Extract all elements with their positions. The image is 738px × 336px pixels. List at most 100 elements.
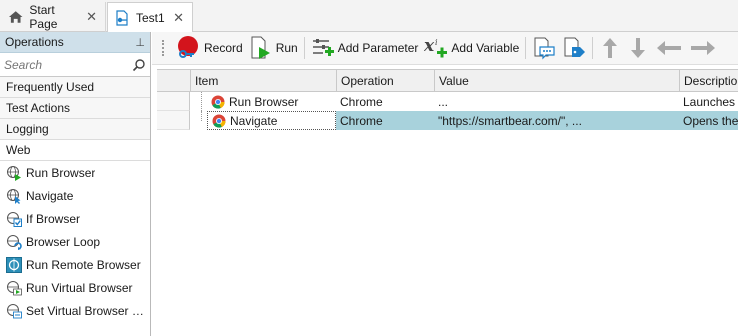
add-comment-button[interactable]	[529, 34, 559, 62]
test-icon	[116, 9, 128, 26]
close-icon[interactable]: ✕	[84, 9, 99, 25]
row-gutter	[157, 111, 190, 130]
run-icon	[251, 36, 270, 59]
arrow-up-icon	[603, 38, 618, 58]
comment-icon	[534, 37, 555, 60]
value-cell[interactable]: "https://smartbear.com/", ...	[434, 111, 679, 130]
operations-panel: Operations ⊥ Frequently Used Test Action…	[0, 32, 151, 336]
set-virtual-browser-icon	[7, 303, 22, 318]
table-row-selected[interactable]: Navigate Chrome "https://smartbear.com/"…	[157, 111, 738, 130]
tab-test1-label: Test1	[136, 10, 165, 25]
item-label: Run Browser	[229, 94, 299, 109]
operations-panel-header: Operations ⊥	[0, 32, 150, 53]
arrow-left-icon	[657, 41, 682, 55]
run-label: Run	[275, 41, 298, 55]
run-browser-icon	[7, 165, 21, 181]
item-cell[interactable]: Navigate	[207, 111, 336, 130]
operations-panel-title: Operations	[5, 35, 64, 49]
description-cell[interactable]: Launches th	[679, 92, 738, 111]
category-label: Frequently Used	[6, 80, 95, 94]
arrow-right-icon	[691, 41, 716, 55]
category-web[interactable]: Web	[0, 140, 150, 161]
add-tag-button[interactable]	[559, 34, 589, 62]
run-remote-browser-icon	[6, 256, 22, 273]
search-input[interactable]	[4, 57, 124, 72]
row-gutter	[157, 92, 190, 111]
operation-cell[interactable]: Chrome	[336, 111, 434, 130]
chrome-icon	[211, 95, 225, 109]
operation-label: If Browser	[26, 211, 81, 226]
operations-search	[0, 53, 150, 77]
toolbar-grip[interactable]	[162, 40, 168, 56]
toolbar-separator	[592, 37, 594, 59]
operation-navigate[interactable]: Navigate	[0, 184, 150, 207]
navigate-icon	[7, 188, 21, 204]
operation-label: Run Browser	[26, 165, 96, 180]
item-cell[interactable]: Run Browser	[207, 92, 336, 111]
category-test-actions[interactable]: Test Actions	[0, 98, 150, 119]
test-grid: Item Operation Value Description Run Bro…	[157, 69, 738, 336]
tree-connector	[201, 111, 202, 121]
tag-icon	[564, 37, 586, 57]
if-browser-icon	[7, 211, 22, 227]
browser-loop-icon	[7, 234, 22, 250]
document-tab-bar: Start Page ✕ Test1 ✕	[0, 0, 738, 33]
column-header-item[interactable]: Item	[190, 70, 336, 91]
add-variable-label: Add Variable	[451, 41, 520, 55]
operation-label: Navigate	[26, 188, 74, 203]
operation-run-virtual-browser[interactable]: Run Virtual Browser	[0, 276, 150, 299]
move-down-button[interactable]	[624, 34, 652, 62]
column-header-operation[interactable]: Operation	[336, 70, 434, 91]
home-icon	[8, 11, 23, 23]
column-header-value[interactable]: Value	[434, 70, 679, 91]
record-button[interactable]: Record	[172, 34, 246, 62]
operation-label: Run Virtual Browser	[26, 280, 133, 295]
run-button[interactable]: Run	[246, 34, 301, 62]
toolbar-separator	[303, 37, 305, 59]
column-header-description[interactable]: Description	[679, 70, 738, 91]
tab-start-page[interactable]: Start Page ✕	[2, 2, 106, 32]
record-icon	[178, 36, 198, 58]
item-label: Navigate	[230, 113, 278, 128]
add-variable-icon: x i	[424, 36, 448, 58]
move-up-button[interactable]	[596, 34, 624, 62]
operation-run-remote-browser[interactable]: Run Remote Browser	[0, 253, 150, 276]
add-variable-button[interactable]: x i Add Variable	[421, 34, 522, 62]
operation-set-virtual-browser[interactable]: Set Virtual Browser O...	[0, 299, 150, 322]
operation-label: Run Remote Browser	[26, 257, 141, 272]
category-label: Logging	[6, 122, 49, 136]
operation-if-browser[interactable]: If Browser	[0, 207, 150, 230]
operation-run-browser[interactable]: Run Browser	[0, 161, 150, 184]
svg-text:x: x	[424, 36, 435, 56]
tab-test1[interactable]: Test1 ✕	[107, 2, 193, 33]
chrome-icon	[212, 114, 226, 128]
category-frequently-used[interactable]: Frequently Used	[0, 77, 150, 98]
category-label: Test Actions	[6, 101, 71, 115]
operation-label: Set Virtual Browser O...	[26, 303, 144, 318]
column-header-gutter	[157, 70, 190, 91]
operation-cell[interactable]: Chrome	[336, 92, 434, 111]
toolbar-separator	[525, 37, 527, 59]
close-icon[interactable]: ✕	[171, 10, 186, 26]
table-row[interactable]: Run Browser Chrome ... Launches th	[157, 92, 738, 111]
arrow-down-icon	[631, 38, 646, 58]
svg-text:i: i	[435, 38, 438, 47]
move-left-button[interactable]	[652, 34, 686, 62]
add-parameter-button[interactable]: Add Parameter	[308, 34, 422, 62]
category-logging[interactable]: Logging	[0, 119, 150, 140]
value-cell[interactable]: ...	[434, 92, 679, 111]
record-label: Record	[204, 41, 243, 55]
add-parameter-label: Add Parameter	[337, 41, 419, 55]
operation-browser-loop[interactable]: Browser Loop	[0, 230, 150, 253]
grid-header: Item Operation Value Description	[157, 69, 738, 92]
search-icon[interactable]	[132, 58, 146, 72]
run-virtual-browser-icon	[7, 280, 22, 295]
add-parameter-icon	[312, 39, 334, 56]
test-toolbar: Record Run Add Parameter x i Add Variabl…	[152, 32, 738, 65]
move-right-button[interactable]	[686, 34, 720, 62]
pin-icon[interactable]: ⊥	[135, 36, 145, 49]
category-label: Web	[6, 143, 31, 157]
tree-connector	[201, 92, 202, 111]
tab-start-page-label: Start Page	[29, 3, 58, 31]
description-cell[interactable]: Opens the s	[679, 111, 738, 130]
